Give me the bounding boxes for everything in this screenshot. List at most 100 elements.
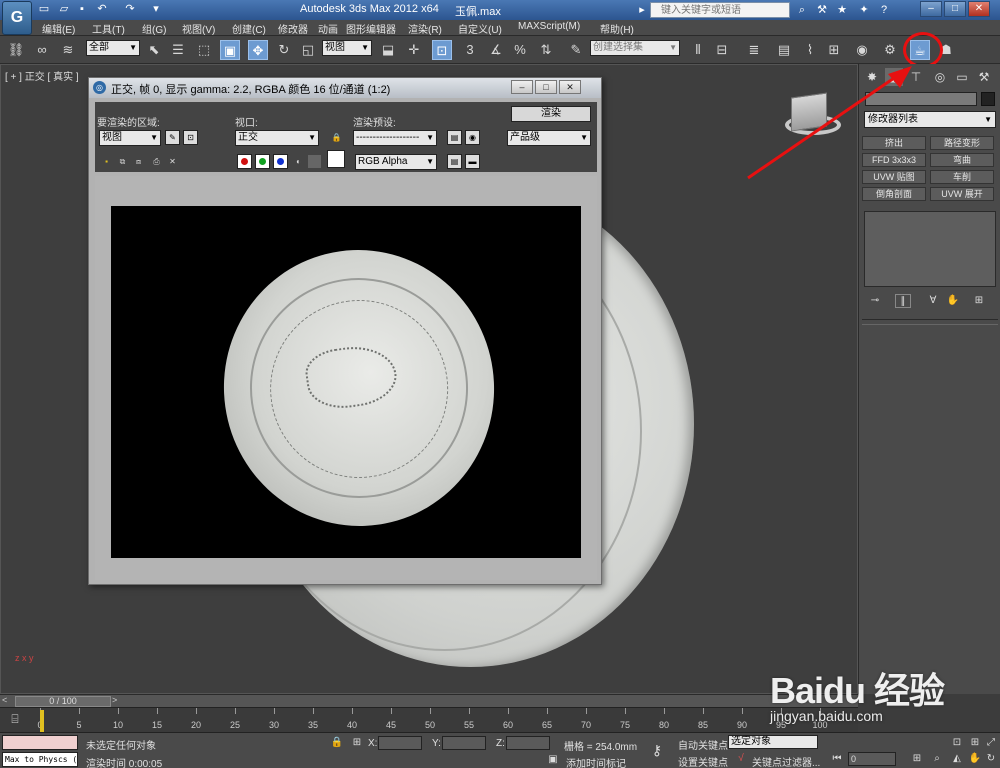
named-selection-dropdown[interactable]: 创建选择集 ▼ — [590, 40, 680, 56]
selection-lock-icon[interactable]: 🔒 — [330, 736, 344, 750]
modify-tab-icon[interactable]: ◭ — [885, 68, 903, 86]
go-to-start-icon[interactable]: ⏮ — [830, 752, 844, 766]
orbit-icon[interactable]: ↻ — [984, 752, 998, 766]
ribbon-toggle-icon[interactable]: ▸ — [634, 2, 650, 18]
key-mode-icon[interactable]: √ — [734, 752, 748, 766]
area-to-render-dropdown[interactable]: 视图 ▼ — [99, 130, 161, 146]
material-editor-icon[interactable]: ◉ — [852, 40, 872, 60]
render-button[interactable]: 渲染 — [511, 106, 591, 122]
motion-tab-icon[interactable]: ◎ — [931, 68, 949, 86]
pin-stack-icon[interactable]: ⊸ — [867, 294, 883, 308]
lock-icon[interactable]: 🔒 — [329, 130, 344, 145]
scale-icon[interactable]: ◱ — [298, 40, 318, 60]
app-logo-icon[interactable]: G — [2, 1, 32, 35]
close-button[interactable]: ✕ — [968, 1, 990, 17]
render-setup-small-icon[interactable]: ▤ — [447, 130, 462, 145]
render-setup-icon[interactable]: ⚙ — [880, 40, 900, 60]
time-tag-icon[interactable]: ▣ — [546, 753, 560, 767]
favorites-icon[interactable]: ★ — [834, 2, 850, 18]
new-file-icon[interactable]: ▭ — [36, 2, 52, 17]
modifier-ffd-button[interactable]: FFD 3x3x3 — [862, 153, 926, 167]
info-icon[interactable]: ✦ — [856, 2, 872, 18]
time-config-icon[interactable]: ⊞ — [910, 752, 924, 766]
z-coordinate-field[interactable] — [506, 736, 550, 750]
select-object-icon[interactable]: ⬉ — [144, 40, 164, 60]
modifier-stack-list[interactable] — [864, 211, 996, 287]
bind-space-warp-icon[interactable]: ≋ — [58, 40, 78, 60]
menu-maxscript[interactable]: MAXScript(M) — [518, 21, 580, 32]
select-manipulate-icon[interactable]: ✛ — [404, 40, 424, 60]
menu-modifiers[interactable]: 修改器 — [278, 21, 308, 36]
render-window-maximize-button[interactable]: □ — [535, 80, 557, 94]
ribbon-icon[interactable]: ▤ — [774, 40, 794, 60]
menu-rendering[interactable]: 渲染(R) — [408, 21, 442, 36]
viewcube-icon[interactable] — [791, 92, 827, 132]
menu-edit[interactable]: 编辑(E) — [42, 21, 75, 36]
minimize-button[interactable]: – — [920, 1, 942, 17]
angle-snap-icon[interactable]: ∡ — [486, 40, 506, 60]
maxscript-mini-listener[interactable]: Max to Physcs ( — [2, 752, 78, 767]
rotate-icon[interactable]: ↻ — [274, 40, 294, 60]
move-icon[interactable]: ✥ — [248, 40, 268, 60]
edit-named-selection-icon[interactable]: ✎ — [566, 40, 586, 60]
time-slider-prev-arrow[interactable]: < — [2, 695, 7, 705]
layer-manager-icon[interactable]: ≣ — [744, 40, 764, 60]
toggle-ui-icon[interactable]: ▬ — [465, 154, 480, 169]
menu-group[interactable]: 组(G) — [142, 21, 166, 36]
utilities-tab-icon[interactable]: ⚒ — [975, 68, 993, 86]
track-bar-ruler[interactable]: 0510152025303540455055606570758085909510… — [37, 708, 830, 733]
modifier-uvw-map-button[interactable]: UVW 贴图 — [862, 170, 926, 184]
render-preset-dropdown[interactable]: ------------------- ▼ — [353, 130, 437, 146]
color-swatch[interactable] — [327, 150, 345, 168]
render-window-titlebar[interactable]: ◎ 正交, 帧 0, 显示 gamma: 2.2, RGBA 颜色 16 位/通… — [89, 78, 601, 98]
display-tab-icon[interactable]: ▭ — [953, 68, 971, 86]
green-channel-toggle[interactable] — [255, 154, 270, 169]
copy-image-icon[interactable]: ⧉ — [115, 154, 130, 169]
modifier-lathe-button[interactable]: 车削 — [930, 170, 994, 184]
pivot-center-icon[interactable]: ⬓ — [378, 40, 398, 60]
track-bar[interactable]: ⌸ 05101520253035404550556065707580859095… — [0, 707, 858, 732]
time-slider-thumb[interactable]: 0 / 100 — [15, 696, 111, 707]
object-name-field[interactable] — [865, 92, 977, 106]
set-key-button[interactable]: 设置关键点 — [678, 754, 728, 768]
auto-region-icon[interactable]: ⊡ — [183, 130, 198, 145]
save-icon[interactable]: ▪ — [74, 2, 90, 17]
search-icon[interactable]: ⌕ — [794, 2, 810, 18]
menu-tools[interactable]: 工具(T) — [92, 21, 125, 36]
menu-help[interactable]: 帮助(H) — [600, 21, 634, 36]
save-image-icon[interactable]: ▪ — [99, 154, 114, 169]
mirror-icon[interactable]: ⫴ — [688, 40, 708, 60]
snap-toggle-icon[interactable]: 3 — [460, 40, 480, 60]
blue-channel-toggle[interactable] — [273, 154, 288, 169]
schematic-view-icon[interactable]: ⊞ — [824, 40, 844, 60]
search-input[interactable] — [650, 2, 790, 18]
object-color-swatch[interactable] — [981, 92, 995, 106]
menu-create[interactable]: 创建(C) — [232, 21, 266, 36]
mini-curve-editor-icon[interactable]: ⌸ — [4, 712, 26, 728]
redo-icon[interactable]: ↷ — [122, 2, 138, 17]
selection-filter-dropdown[interactable]: 全部 ▼ — [86, 40, 140, 56]
absolute-mode-icon[interactable]: ⊞ — [350, 736, 364, 750]
time-slider[interactable]: < 0 / 100 > — [0, 694, 858, 707]
current-frame-field[interactable]: 0 — [848, 752, 896, 766]
zoom-icon[interactable]: ⌕ — [930, 752, 944, 766]
create-tab-icon[interactable]: ✸ — [863, 68, 881, 86]
align-icon[interactable]: ⊟ — [712, 40, 732, 60]
print-icon[interactable]: ⎙ — [149, 154, 164, 169]
viewport-label[interactable]: [ + ] 正交 [ 真实 ] — [5, 68, 79, 83]
time-slider-next-arrow[interactable]: > — [112, 695, 117, 705]
auto-key-button[interactable]: 自动关键点 — [678, 737, 728, 752]
menu-animation[interactable]: 动画 — [318, 21, 338, 36]
percent-snap-icon[interactable]: % — [510, 40, 530, 60]
modifier-bend-button[interactable]: 弯曲 — [930, 153, 994, 167]
open-file-icon[interactable]: ▱ — [56, 2, 72, 17]
modifier-path-deform-button[interactable]: 路径变形 — [930, 136, 994, 150]
show-end-result-icon[interactable]: ∥ — [895, 294, 911, 308]
spinner-snap-icon[interactable]: ⇅ — [536, 40, 556, 60]
maxscript-listener-box[interactable] — [2, 735, 78, 750]
display-channel-dropdown[interactable]: RGB Alpha ▼ — [355, 154, 437, 170]
modifier-extrude-button[interactable]: 挤出 — [862, 136, 926, 150]
modifier-list-dropdown[interactable]: 修改器列表 ▼ — [864, 111, 996, 128]
menu-graph-editors[interactable]: 图形编辑器 — [346, 21, 396, 36]
add-time-tag[interactable]: 添加时间标记 — [566, 755, 626, 768]
